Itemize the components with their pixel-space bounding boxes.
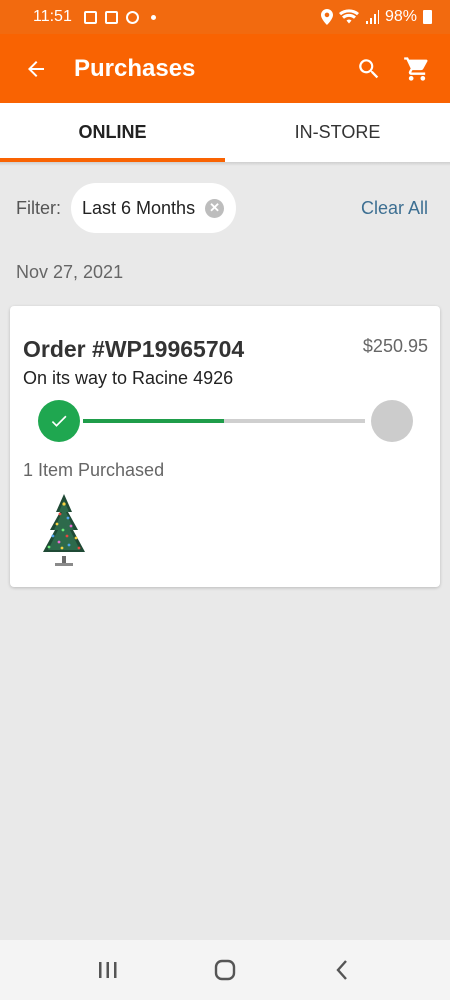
progress-fill: [83, 419, 224, 423]
battery-icon: [423, 10, 432, 24]
order-number: Order #WP19965704: [23, 336, 245, 362]
location-icon: [320, 9, 333, 25]
items-purchased-label: 1 Item Purchased: [23, 460, 165, 480]
battery-percent: 98%: [384, 8, 417, 25]
back-button[interactable]: [16, 49, 56, 89]
chevron-left-icon: [336, 960, 347, 980]
cart-icon: [404, 56, 428, 81]
gallery-notification-icon: [83, 10, 97, 24]
clear-all-button[interactable]: Clear All: [361, 198, 428, 219]
recent-apps-icon: [99, 962, 117, 978]
filter-chip-label: Last 6 Months: [82, 197, 196, 218]
status-time: 11:51: [33, 8, 72, 25]
filter-chip[interactable]: Last 6 Months ✕: [71, 183, 237, 233]
order-total: $250.95: [362, 336, 428, 356]
order-date-heading: Nov 27, 2021: [16, 262, 124, 282]
search-button[interactable]: [354, 54, 384, 84]
page-title: Purchases: [74, 54, 196, 82]
app-notification-icon: [104, 10, 118, 24]
tab-in-store[interactable]: IN-STORE: [225, 103, 450, 162]
cart-button[interactable]: [402, 54, 432, 84]
recent-apps-button[interactable]: [88, 950, 128, 990]
system-nav-bar: [0, 940, 450, 1000]
close-icon[interactable]: ✕: [205, 198, 225, 218]
order-status: On its way to Racine 4926: [23, 368, 234, 388]
filter-row: Filter: Last 6 Months ✕ Clear All: [0, 183, 450, 233]
wifi-icon: [338, 9, 359, 24]
step-pending: [371, 400, 413, 442]
order-progress-tracker: [38, 400, 413, 442]
arrow-left-icon: [28, 60, 44, 77]
christmas-tree-thumbnail[interactable]: [38, 492, 90, 568]
signal-icon: [365, 10, 379, 24]
app-bar: Purchases: [0, 34, 450, 103]
progress-track: [83, 419, 365, 423]
back-nav-button[interactable]: [322, 950, 362, 990]
tab-online[interactable]: ONLINE: [0, 103, 225, 162]
call-notification-icon: [125, 10, 139, 24]
status-bar: 11:51 98%: [0, 0, 450, 34]
order-card[interactable]: Order #WP19965704 $250.95 On its way to …: [10, 306, 440, 587]
check-icon: [51, 415, 67, 427]
purchase-tabs: ONLINE IN-STORE: [0, 103, 450, 162]
home-icon: [214, 959, 236, 981]
filter-label: Filter:: [16, 197, 61, 218]
tabs-divider: [0, 162, 450, 166]
search-icon: [359, 58, 379, 78]
home-button[interactable]: [205, 950, 245, 990]
step-completed: [38, 400, 80, 442]
more-notifications-icon: [150, 14, 156, 20]
